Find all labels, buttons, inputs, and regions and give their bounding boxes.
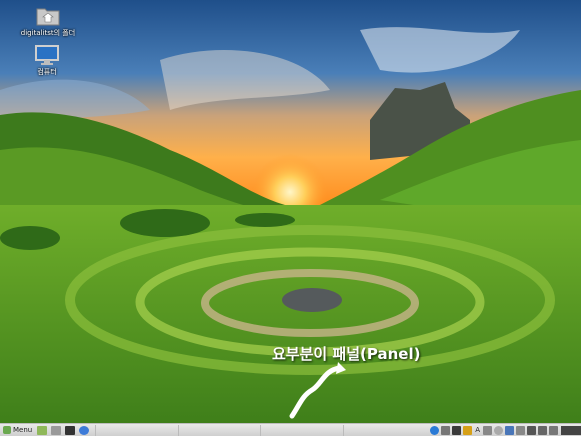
annotation-arrow-icon [289,362,346,419]
folder-icon [36,8,60,26]
window-slot[interactable] [342,424,426,436]
file-manager-icon[interactable] [51,425,62,435]
system-tray: A [429,424,581,436]
keyboard-layout-indicator[interactable]: A [475,426,480,434]
menu-button[interactable]: Menu [0,424,35,436]
signal-icon[interactable] [527,425,536,435]
home-folder-label: digitalitst의 폴더 [20,29,76,37]
speaker-icon[interactable] [549,425,558,435]
window-slot[interactable] [260,424,343,436]
window-slot[interactable] [177,424,261,436]
computer-label: 컴퓨터 [37,68,57,76]
mint-logo-icon [3,426,11,434]
chrome-browser-icon[interactable] [79,425,90,435]
window-list [95,424,426,436]
battery-icon[interactable] [516,425,525,435]
home-folder-icon[interactable]: digitalitst의 폴더 [16,5,80,38]
bluetooth-icon[interactable] [430,425,440,435]
volume-icon[interactable] [538,425,547,435]
show-desktop-icon[interactable] [37,425,48,435]
input-method-icon[interactable] [494,425,503,435]
clipboard-icon[interactable] [483,425,492,435]
shield-icon[interactable] [505,425,514,435]
terminal-icon[interactable] [65,425,76,435]
update-shield-icon[interactable] [463,425,473,435]
window-slot[interactable] [95,424,178,436]
computer-icon[interactable]: 컴퓨터 [15,44,79,77]
notification-icon[interactable] [452,425,462,435]
clock[interactable] [561,425,581,435]
menu-label: Menu [13,426,33,434]
monitor-icon [35,45,59,65]
taskbar-panel: Menu A [0,423,581,436]
network-icon[interactable] [441,425,451,435]
